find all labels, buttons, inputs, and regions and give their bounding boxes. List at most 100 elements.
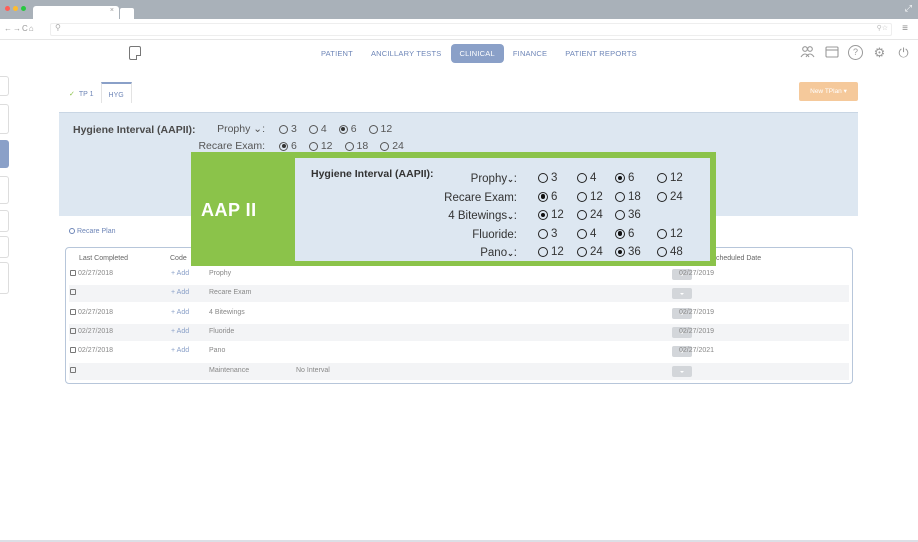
settings-icon[interactable]: ⚙ xyxy=(872,45,887,60)
prophy-option[interactable]: 3 xyxy=(279,123,297,135)
help-icon[interactable]: ? xyxy=(848,45,863,60)
row-checkbox[interactable] xyxy=(70,270,76,276)
recare-option[interactable]: 6 xyxy=(279,140,297,152)
new-tab-button[interactable] xyxy=(120,8,134,19)
table-row[interactable]: 02/27/2018 + Add Prophy 02/27/2019 xyxy=(69,266,849,283)
add-code-link[interactable]: + Add xyxy=(171,270,189,277)
add-code-link[interactable]: + Add xyxy=(171,309,189,316)
row-checkbox[interactable] xyxy=(70,327,76,334)
minimize-window-button[interactable] xyxy=(13,6,18,11)
side-tab-1[interactable] xyxy=(0,76,9,96)
table-row[interactable]: 02/27/2018 + Add Pano 02/27/2021 xyxy=(69,343,849,360)
check-icon: ✓ xyxy=(69,91,75,98)
interval-option[interactable]: 12 xyxy=(577,191,603,203)
last-completed-cell[interactable] xyxy=(70,289,78,296)
interval-option[interactable]: 4 xyxy=(577,172,596,184)
radio-icon xyxy=(657,191,667,202)
interval-option[interactable]: 48 xyxy=(657,246,683,258)
row-checkbox[interactable] xyxy=(70,366,76,373)
add-code-link[interactable]: + Add xyxy=(171,347,189,354)
tab-patient[interactable]: PATIENT xyxy=(312,44,362,63)
row-checkbox[interactable] xyxy=(70,308,76,315)
tab-clinical[interactable]: CLINICAL xyxy=(450,44,504,63)
last-completed-cell[interactable]: 02/27/2018 xyxy=(70,327,113,335)
callout-interval-row: Fluoride: 3 4 6 12 xyxy=(295,228,705,242)
window-controls[interactable] xyxy=(5,6,26,11)
interval-option[interactable]: 24 xyxy=(577,246,603,258)
add-code-link[interactable]: + Add xyxy=(171,289,189,296)
prophy-option[interactable]: 6 xyxy=(338,123,357,135)
side-tab-3[interactable] xyxy=(0,140,9,168)
side-tab-6[interactable] xyxy=(0,236,9,258)
prophy-option[interactable]: 4 xyxy=(308,123,327,135)
tab-patient-reports[interactable]: PATIENT REPORTS xyxy=(556,44,646,63)
interval-option[interactable]: 6 xyxy=(615,228,634,240)
new-tplan-button[interactable]: New TPlan ▾ xyxy=(799,82,858,101)
table-row[interactable]: 02/27/2018 + Add 4 Bitewings 02/27/2019 xyxy=(69,305,849,322)
interval-option[interactable]: 3 xyxy=(538,228,557,240)
interval-option[interactable]: 12 xyxy=(538,209,564,221)
url-input[interactable]: ⚲ ⚲☆ xyxy=(50,23,892,36)
recare-plan-toggle[interactable]: Recare Plan xyxy=(69,228,116,235)
add-code-link[interactable]: + Add xyxy=(171,328,189,335)
address-bar-row: ←→C⌂ ⚲ ⚲☆ ≡ xyxy=(0,19,918,40)
calendar-icon[interactable] xyxy=(824,45,839,60)
interval-option[interactable]: 6 xyxy=(538,191,557,203)
prophy-option[interactable]: 12 xyxy=(368,123,392,135)
interval-dropdown[interactable] xyxy=(672,365,692,377)
tab-hyg-label: HYG xyxy=(108,92,124,99)
interval-option[interactable]: 4 xyxy=(577,228,596,240)
row-checkbox[interactable] xyxy=(70,289,76,296)
interval-option[interactable]: 12 xyxy=(657,228,683,240)
side-tab-7[interactable] xyxy=(0,262,9,294)
browser-nav-icons[interactable]: ←→C⌂ xyxy=(4,24,35,33)
radio-icon xyxy=(538,210,548,220)
panel-prophy-row: Prophy ⌄: 3 4 6 12 xyxy=(195,123,404,135)
side-tab-5[interactable] xyxy=(0,210,9,232)
interval-option[interactable]: 12 xyxy=(657,172,683,184)
interval-dropdown[interactable] xyxy=(672,288,692,300)
maximize-window-button[interactable] xyxy=(21,6,26,11)
tab-tp1[interactable]: ✓ TP 1 xyxy=(62,82,101,103)
radio-icon xyxy=(615,247,625,257)
recare-option[interactable]: 12 xyxy=(308,140,333,152)
interval-option[interactable]: 24 xyxy=(657,191,683,203)
recare-option[interactable]: 24 xyxy=(380,140,404,152)
interval-option[interactable]: 6 xyxy=(615,172,634,184)
interval-option[interactable]: 36 xyxy=(615,209,641,221)
last-completed-cell[interactable]: 02/27/2018 xyxy=(70,270,113,277)
last-completed-cell[interactable] xyxy=(70,366,78,374)
interval-option[interactable]: 12 xyxy=(538,246,564,258)
interval-option[interactable]: 24 xyxy=(577,209,603,221)
interval-option[interactable]: 18 xyxy=(615,191,641,203)
browser-menu-icon[interactable]: ≡ xyxy=(902,23,908,34)
table-row[interactable]: + Add Recare Exam xyxy=(69,285,849,303)
radio-icon xyxy=(615,191,625,202)
interval-label[interactable]: Pano⌄: xyxy=(480,247,517,259)
close-tab-icon[interactable]: × xyxy=(110,7,114,14)
side-tab-2[interactable] xyxy=(0,104,9,134)
interval-option[interactable]: 3 xyxy=(538,172,557,184)
notes-icon[interactable] xyxy=(129,46,141,60)
table-row[interactable]: 02/27/2018 + Add Fluoride 02/27/2019 xyxy=(69,323,849,341)
row-checkbox[interactable] xyxy=(70,347,76,354)
tab-ancillary-tests[interactable]: ANCILLARY TESTS xyxy=(362,44,451,63)
last-completed-cell[interactable]: 02/27/2018 xyxy=(70,347,113,354)
table-row[interactable]: Maintenance No Interval xyxy=(69,362,849,380)
interval-label[interactable]: Prophy⌄: xyxy=(471,173,517,185)
radio-icon xyxy=(577,210,587,220)
bookmark-icon[interactable]: ⚲☆ xyxy=(877,24,888,32)
power-icon[interactable]: ⏻ xyxy=(896,45,911,60)
tab-hyg[interactable]: HYG xyxy=(100,82,132,103)
users-icon[interactable] xyxy=(800,45,815,60)
browser-tab[interactable]: × xyxy=(33,6,119,19)
last-completed-cell[interactable]: 02/27/2018 xyxy=(70,308,113,316)
interval-label[interactable]: 4 Bitewings⌄: xyxy=(448,210,517,222)
fullscreen-icon[interactable]: ⤢ xyxy=(905,3,912,14)
prophy-label[interactable]: Prophy ⌄: xyxy=(195,123,265,135)
interval-option[interactable]: 36 xyxy=(615,246,641,258)
recare-option[interactable]: 18 xyxy=(344,140,368,152)
close-window-button[interactable] xyxy=(5,6,10,11)
side-tab-4[interactable] xyxy=(0,176,9,204)
tab-finance[interactable]: FINANCE xyxy=(504,44,556,63)
